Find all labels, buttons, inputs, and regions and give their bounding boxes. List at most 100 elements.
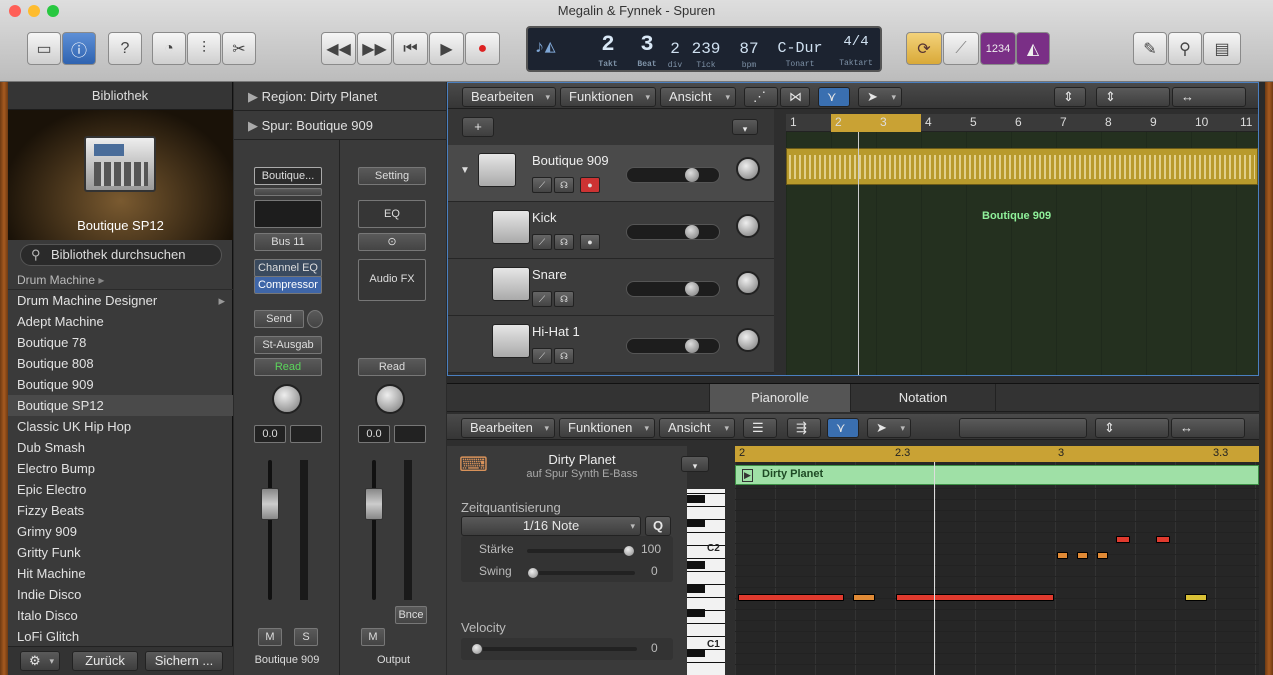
send-level-knob[interactable]	[307, 310, 323, 328]
track-volume-slider[interactable]	[626, 281, 720, 297]
volume-fader-track[interactable]	[268, 460, 272, 600]
editor-catch-icon[interactable]: ⋎	[827, 418, 859, 438]
audio-fx-slot[interactable]: Audio FX	[358, 259, 426, 301]
list-icon[interactable]: ☰	[743, 418, 777, 438]
editor-vertical-zoom[interactable]: ⇕	[1095, 418, 1169, 438]
velocity-slider-handle[interactable]	[471, 643, 483, 655]
output-automation-button[interactable]: Read	[358, 358, 426, 376]
editor-edit-menu[interactable]: Bearbeiten ▾	[461, 418, 555, 438]
mute-icon[interactable]: ⟋	[532, 348, 552, 364]
library-item[interactable]: Boutique SP12	[8, 395, 233, 416]
piano-roll-grid[interactable]: 2 2.3 3 3.3 ▶ Dirty Planet	[735, 446, 1259, 675]
swing-slider[interactable]	[527, 571, 635, 575]
eq-slot[interactable]: EQ	[358, 200, 426, 228]
library-item[interactable]: Boutique 78	[8, 332, 233, 353]
headphones-icon[interactable]: ☊	[554, 348, 574, 364]
output-mute-button[interactable]: M	[361, 628, 385, 646]
bounce-button[interactable]: Bnce	[395, 606, 427, 624]
library-item[interactable]: Indie Disco	[8, 584, 233, 605]
library-item[interactable]: Fizzy Beats	[8, 500, 233, 521]
editor-functions-menu[interactable]: Funktionen ▾	[559, 418, 655, 438]
tuner-fork-icon[interactable]: ⟋	[943, 32, 979, 65]
go-to-start-icon[interactable]: ⏮	[393, 32, 428, 65]
track-volume-slider[interactable]	[626, 224, 720, 240]
browser-icon[interactable]: ▤	[1203, 32, 1241, 65]
eq-display[interactable]	[254, 200, 322, 228]
track-header[interactable]: Snare ⟋ ☊	[448, 259, 774, 316]
library-item[interactable]: Drum Machine Designer ▸	[8, 290, 233, 311]
tab-notation[interactable]: Notation	[851, 384, 996, 412]
black-key[interactable]	[687, 585, 705, 593]
mute-button[interactable]: M	[258, 628, 282, 646]
notepad-icon[interactable]: ✎	[1133, 32, 1167, 65]
track-pan-knob[interactable]	[736, 271, 760, 295]
functions-menu[interactable]: Funktionen ▾	[560, 87, 656, 107]
mute-icon[interactable]: ⟋	[532, 177, 552, 193]
playhead[interactable]	[858, 132, 859, 375]
save-button[interactable]: Sichern ...	[145, 651, 223, 671]
minimize-window-button[interactable]	[28, 5, 40, 17]
mute-icon[interactable]: ⟋	[532, 291, 552, 307]
pan-knob[interactable]	[272, 384, 302, 414]
editors-scissors-icon[interactable]: ✂	[222, 32, 256, 65]
bar-ruler[interactable]: 1 2 3 4 5 6 7 8 9 10 11	[786, 114, 1258, 132]
library-item[interactable]: Dub Smash	[8, 437, 233, 458]
flex-icon[interactable]: ⋈	[780, 87, 810, 107]
strength-slider[interactable]	[527, 549, 635, 553]
track-inspector-header[interactable]: ▶ Spur: Boutique 909	[234, 111, 446, 140]
midi-note[interactable]	[1097, 552, 1108, 559]
midi-note[interactable]	[1057, 552, 1068, 559]
output-slot[interactable]: St-Ausgab	[254, 336, 322, 354]
count-in-button[interactable]: 1234	[980, 32, 1016, 65]
input-bus-slot[interactable]: Bus 11	[254, 233, 322, 251]
track-name[interactable]: Boutique 909	[532, 153, 609, 168]
library-item[interactable]: LoFi Glitch	[8, 626, 233, 647]
black-key[interactable]	[687, 561, 705, 569]
play-icon[interactable]: ▶	[429, 32, 464, 65]
black-key[interactable]	[687, 649, 705, 657]
setting-slot[interactable]: Setting	[358, 167, 426, 185]
black-key[interactable]	[687, 609, 705, 617]
track-name[interactable]: Snare	[532, 267, 567, 282]
library-item[interactable]: Classic UK Hip Hop	[8, 416, 233, 437]
black-key[interactable]	[687, 495, 705, 503]
settings-gear-icon[interactable]: ⚙ ▾	[20, 651, 60, 671]
inspector-info-icon[interactable]: ⓘ	[62, 32, 96, 65]
track-name[interactable]: Kick	[532, 210, 557, 225]
tab-piano-roll[interactable]: Pianorolle	[709, 384, 851, 412]
midi-note[interactable]	[896, 594, 1054, 601]
editor-horizontal-zoom[interactable]: ↔	[1171, 418, 1245, 438]
strength-slider-handle[interactable]	[623, 545, 635, 557]
headphones-icon[interactable]: ☊	[554, 291, 574, 307]
editor-ruler[interactable]	[735, 446, 1259, 462]
library-toggle-icon[interactable]: ▭	[27, 32, 61, 65]
track-pan-knob[interactable]	[736, 328, 760, 352]
solo-button[interactable]: S	[294, 628, 318, 646]
track-pan-knob[interactable]	[736, 157, 760, 181]
midi-note[interactable]	[738, 594, 844, 601]
smart-controls-icon[interactable]: ◔	[152, 32, 186, 65]
zoom-fit-icon[interactable]: ⇕	[1054, 87, 1086, 107]
mute-icon[interactable]: ⟋	[532, 234, 552, 250]
record-enable-icon[interactable]: ●	[580, 234, 600, 250]
automation-icon[interactable]: ⋰	[744, 87, 778, 107]
black-key[interactable]	[687, 519, 705, 527]
add-track-icon[interactable]: +	[462, 117, 494, 137]
output-fader-handle[interactable]	[365, 488, 383, 520]
track-name[interactable]: Hi-Hat 1	[532, 324, 580, 339]
library-item[interactable]: Boutique 909	[8, 374, 233, 395]
fast-forward-icon[interactable]: ▶▶	[357, 32, 392, 65]
editor-view-menu[interactable]: Ansicht ▾	[659, 418, 735, 438]
track-volume-slider[interactable]	[626, 167, 720, 183]
track-pan-knob[interactable]	[736, 214, 760, 238]
library-item[interactable]: Hit Machine	[8, 563, 233, 584]
stack-disclosure-icon[interactable]: ▼	[460, 165, 470, 176]
track-volume-handle[interactable]	[685, 282, 699, 296]
region-options-icon[interactable]: ▾	[681, 456, 709, 472]
library-item[interactable]: Adept Machine	[8, 311, 233, 332]
tuner-icon[interactable]: ♪◭	[534, 36, 556, 58]
editor-playhead[interactable]	[934, 462, 935, 675]
library-item[interactable]: Italo Disco	[8, 605, 233, 626]
vertical-zoom-slider[interactable]: ⇕	[1096, 87, 1170, 107]
midi-note[interactable]	[1185, 594, 1207, 601]
